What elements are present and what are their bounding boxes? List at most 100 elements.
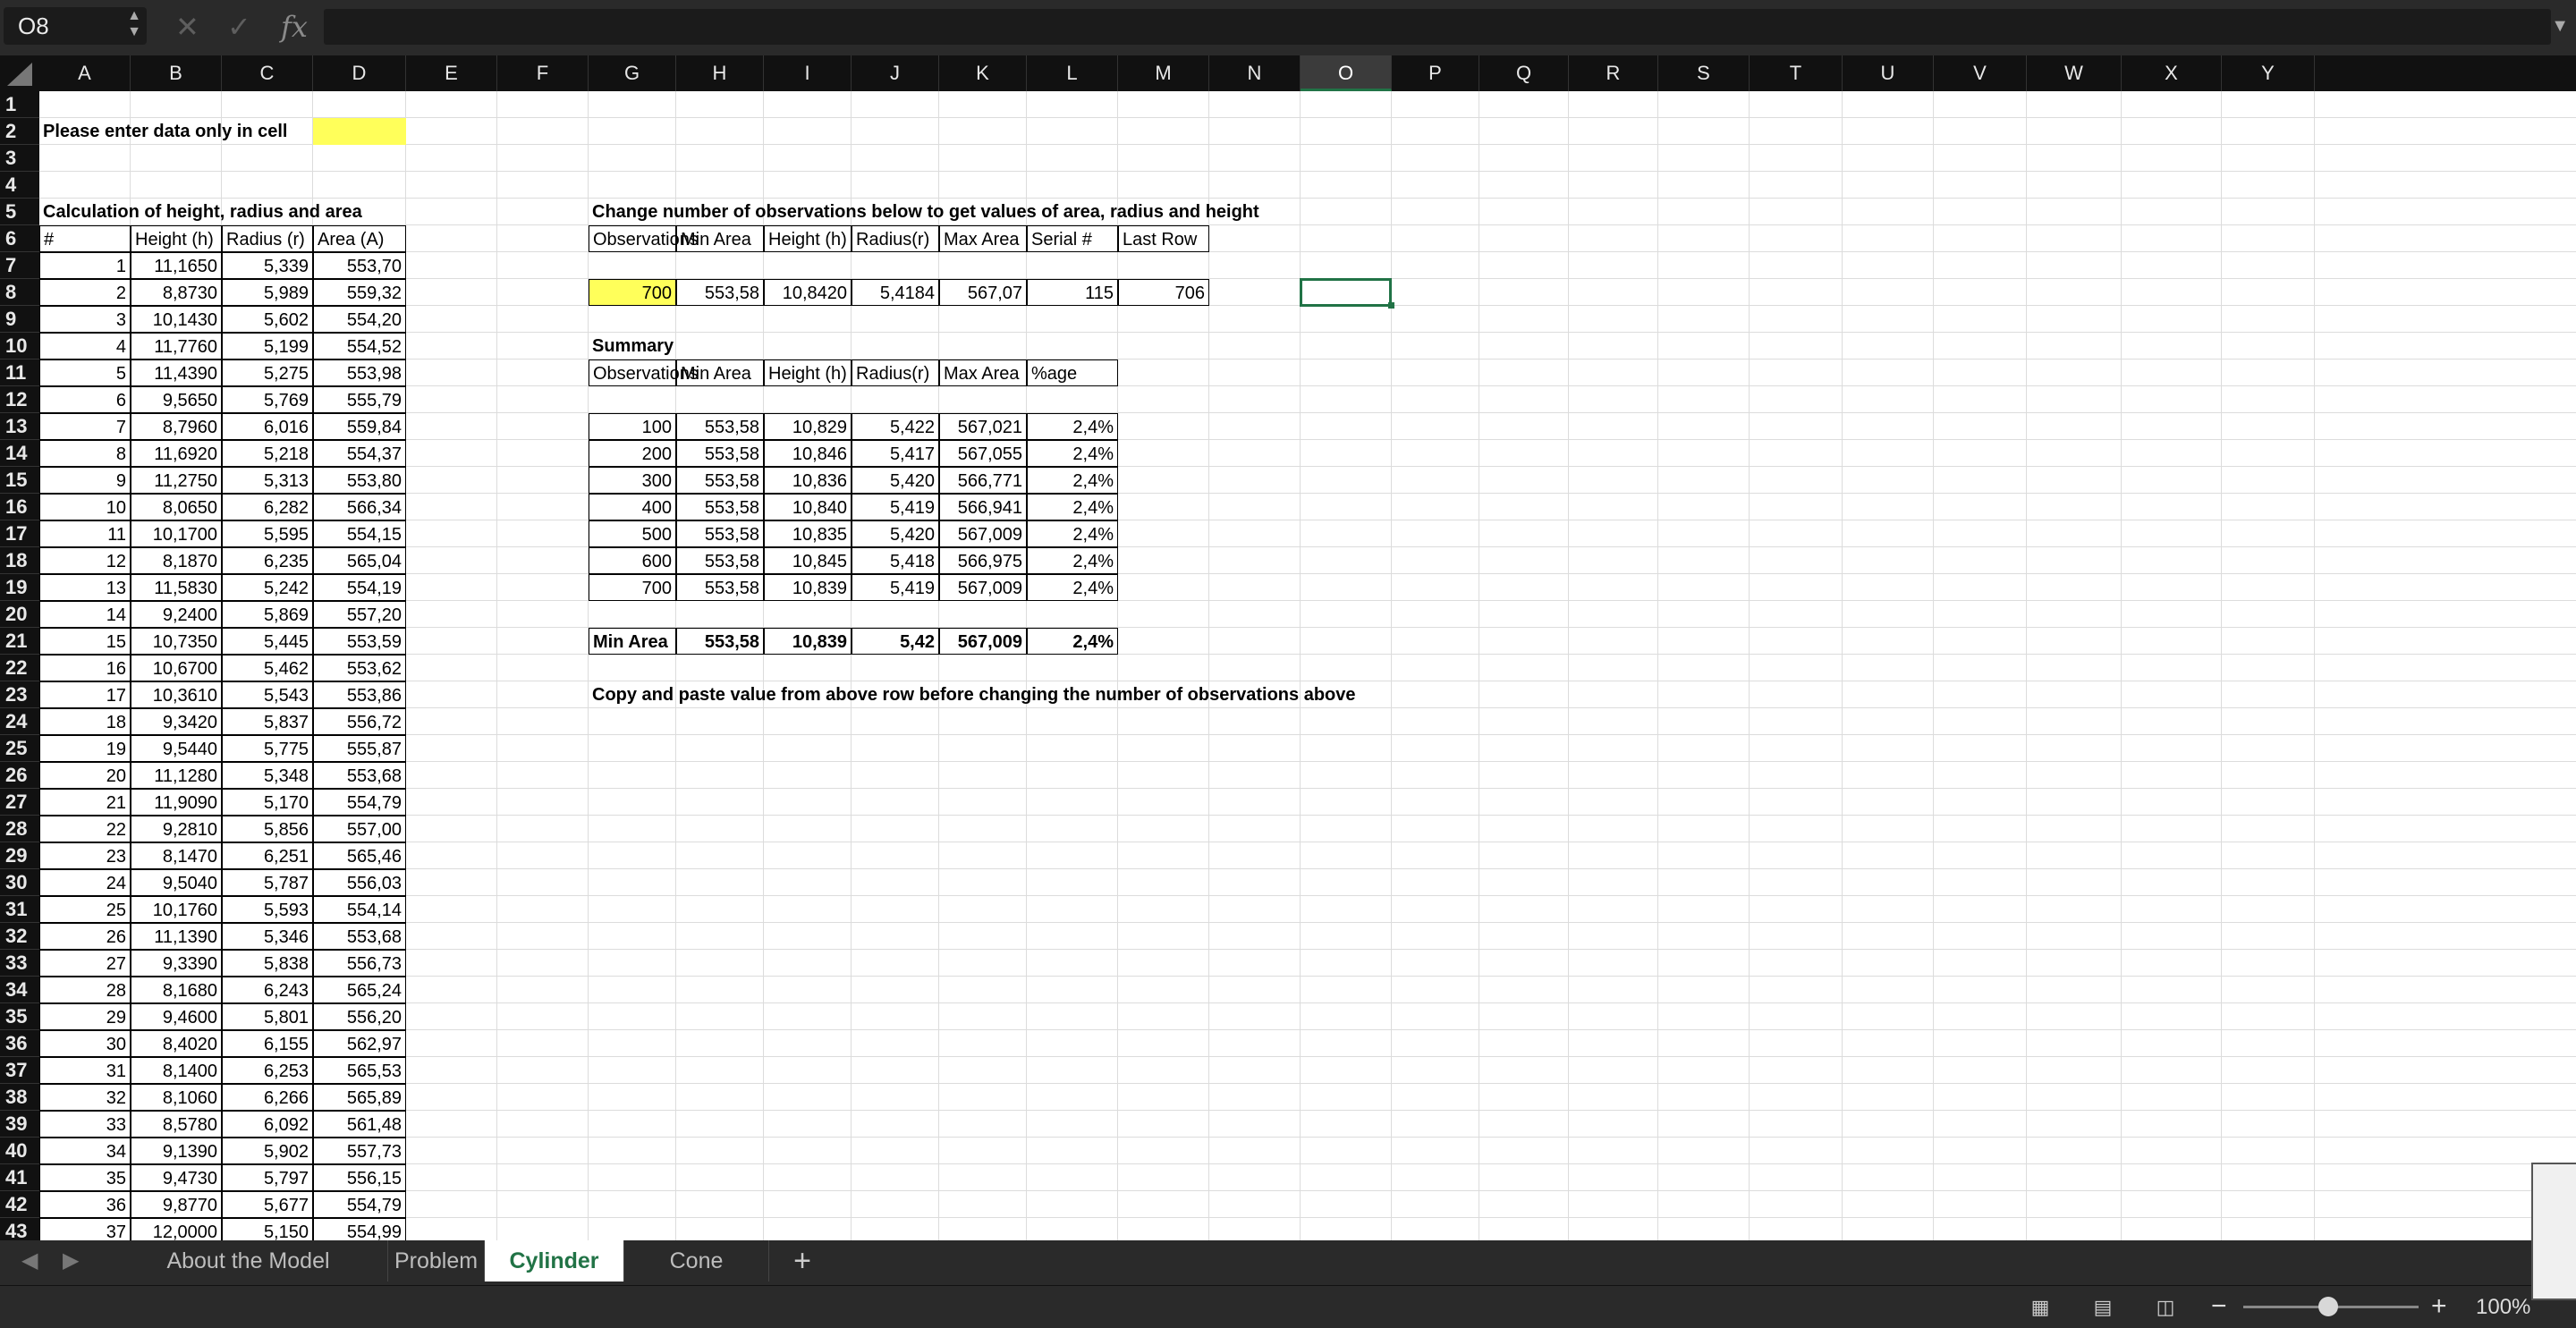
instruction-label[interactable]: Please enter data only in cell	[39, 118, 308, 145]
calc-cell[interactable]: 8,5780	[131, 1111, 222, 1138]
calc-cell[interactable]: 6	[39, 386, 131, 413]
min-area-cell[interactable]: 567,009	[939, 628, 1027, 655]
calc-cell[interactable]: 16	[39, 655, 131, 681]
summary-title[interactable]: Summary	[589, 333, 767, 359]
calc-cell[interactable]: 554,79	[313, 1191, 406, 1218]
calc-cell[interactable]: 27	[39, 950, 131, 977]
observations-header[interactable]: Radius(r)	[852, 225, 939, 252]
column-header-f[interactable]: F	[497, 55, 589, 91]
summary-cell[interactable]: 600	[589, 547, 676, 574]
observations-value[interactable]: 115	[1027, 279, 1118, 306]
calc-cell[interactable]: 5,348	[222, 762, 313, 789]
zoom-in-button[interactable]: +	[2431, 1291, 2447, 1322]
row-header-29[interactable]: 29	[0, 842, 39, 869]
calc-cell[interactable]: 5,339	[222, 252, 313, 279]
calc-cell[interactable]: 5,199	[222, 333, 313, 359]
min-area-cell[interactable]: 10,839	[764, 628, 852, 655]
column-header-i[interactable]: I	[764, 55, 852, 91]
calc-cell[interactable]: 565,04	[313, 547, 406, 574]
summary-cell[interactable]: 2,4%	[1027, 547, 1118, 574]
calc-cell[interactable]: 10,1760	[131, 896, 222, 923]
column-header-p[interactable]: P	[1392, 55, 1479, 91]
calc-cell[interactable]: 5	[39, 359, 131, 386]
summary-header[interactable]: Radius(r)	[852, 359, 939, 386]
summary-header[interactable]: Height (h)	[764, 359, 852, 386]
summary-cell[interactable]: 567,055	[939, 440, 1027, 467]
row-header-19[interactable]: 19	[0, 574, 39, 601]
calc-cell[interactable]: 26	[39, 923, 131, 950]
observations-value[interactable]: 5,4184	[852, 279, 939, 306]
summary-cell[interactable]: 10,839	[764, 574, 852, 601]
calc-cell[interactable]: 554,15	[313, 520, 406, 547]
zoom-slider-handle[interactable]	[2318, 1297, 2338, 1316]
row-header-2[interactable]: 2	[0, 118, 39, 145]
row-header-7[interactable]: 7	[0, 252, 39, 279]
calc-cell[interactable]: 35	[39, 1164, 131, 1191]
observations-header[interactable]: Last Row	[1118, 225, 1209, 252]
observations-header[interactable]: Serial #	[1027, 225, 1118, 252]
calc-cell[interactable]: 6,253	[222, 1057, 313, 1084]
row-header-20[interactable]: 20	[0, 601, 39, 628]
row-header-37[interactable]: 37	[0, 1057, 39, 1084]
summary-cell[interactable]: 5,419	[852, 494, 939, 520]
calc-cell[interactable]: 9,1390	[131, 1138, 222, 1164]
calc-cell[interactable]: 559,84	[313, 413, 406, 440]
summary-cell[interactable]: 700	[589, 574, 676, 601]
calc-cell[interactable]: 6,155	[222, 1030, 313, 1057]
calc-cell[interactable]: 32	[39, 1084, 131, 1111]
row-header-13[interactable]: 13	[0, 413, 39, 440]
calc-cell[interactable]: 33	[39, 1111, 131, 1138]
column-header-d[interactable]: D	[313, 55, 406, 91]
calc-cell[interactable]: 9,3390	[131, 950, 222, 977]
observations-input-cell[interactable]: 700	[589, 279, 676, 306]
calc-cell[interactable]: 556,03	[313, 869, 406, 896]
summary-cell[interactable]: 553,58	[676, 440, 764, 467]
row-header-10[interactable]: 10	[0, 333, 39, 359]
row-header-27[interactable]: 27	[0, 789, 39, 816]
calc-cell[interactable]: 9,5440	[131, 735, 222, 762]
observations-header[interactable]: Min Area	[676, 225, 764, 252]
observations-value[interactable]: 567,07	[939, 279, 1027, 306]
summary-cell[interactable]: 567,021	[939, 413, 1027, 440]
calc-cell[interactable]: 5,543	[222, 681, 313, 708]
cancel-icon[interactable]: ✕	[175, 9, 199, 45]
calc-cell[interactable]: 5,838	[222, 950, 313, 977]
calc-cell[interactable]: 5,837	[222, 708, 313, 735]
row-header-11[interactable]: 11	[0, 359, 39, 386]
row-header-39[interactable]: 39	[0, 1111, 39, 1138]
calc-cell[interactable]: 28	[39, 977, 131, 1003]
summary-header[interactable]: %age	[1027, 359, 1118, 386]
calc-cell[interactable]: 556,72	[313, 708, 406, 735]
calc-cell[interactable]: 5,677	[222, 1191, 313, 1218]
calc-cell[interactable]: 10,3610	[131, 681, 222, 708]
calc-cell[interactable]: 17	[39, 681, 131, 708]
summary-header[interactable]: Max Area	[939, 359, 1027, 386]
summary-cell[interactable]: 10,846	[764, 440, 852, 467]
row-header-31[interactable]: 31	[0, 896, 39, 923]
calc-cell[interactable]: 4	[39, 333, 131, 359]
row-header-32[interactable]: 32	[0, 923, 39, 950]
observations-header[interactable]: Height (h)	[764, 225, 852, 252]
row-header-18[interactable]: 18	[0, 547, 39, 574]
observations-value[interactable]: 10,8420	[764, 279, 852, 306]
column-header-x[interactable]: X	[2122, 55, 2222, 91]
calc-cell[interactable]: 5,462	[222, 655, 313, 681]
row-header-35[interactable]: 35	[0, 1003, 39, 1030]
column-header-g[interactable]: G	[589, 55, 676, 91]
formula-input[interactable]	[324, 9, 2551, 45]
row-header-15[interactable]: 15	[0, 467, 39, 494]
calc-cell[interactable]: 6,251	[222, 842, 313, 869]
min-area-cell[interactable]: 553,58	[676, 628, 764, 655]
row-header-6[interactable]: 6	[0, 225, 39, 252]
row-header-24[interactable]: 24	[0, 708, 39, 735]
calc-cell[interactable]: 5,797	[222, 1164, 313, 1191]
calc-cell[interactable]: 21	[39, 789, 131, 816]
calc-cell[interactable]: 8,7960	[131, 413, 222, 440]
calc-cell[interactable]: 557,20	[313, 601, 406, 628]
calc-cell[interactable]: 556,15	[313, 1164, 406, 1191]
calc-cell[interactable]: 2	[39, 279, 131, 306]
calc-cell[interactable]: 5,602	[222, 306, 313, 333]
calc-cell[interactable]: 11,5830	[131, 574, 222, 601]
calc-cell[interactable]: 11,1650	[131, 252, 222, 279]
calc-cell[interactable]: 1	[39, 252, 131, 279]
